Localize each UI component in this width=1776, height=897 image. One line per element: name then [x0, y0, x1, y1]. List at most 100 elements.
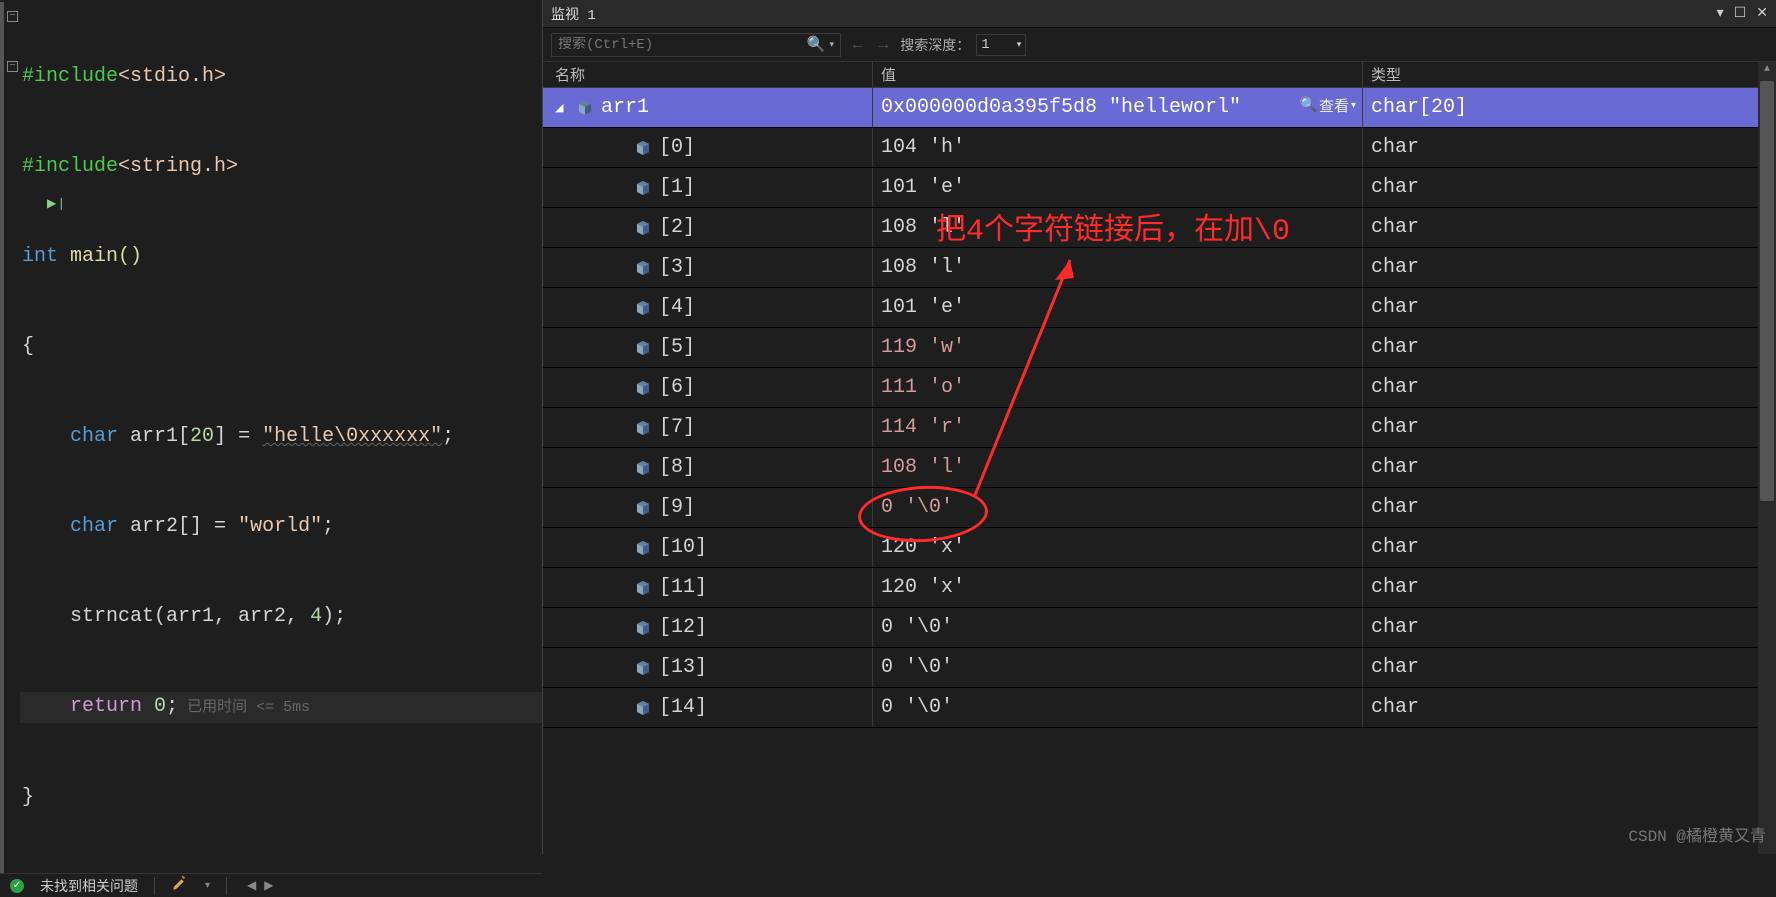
variable-value[interactable]: 119 'w': [873, 328, 1363, 367]
code-token: #include: [22, 155, 118, 178]
dropdown-caret-icon[interactable]: ▾: [205, 880, 210, 892]
variable-type: char: [1363, 248, 1776, 287]
variable-type: char: [1363, 568, 1776, 607]
watch-row-child[interactable]: [8]108 'l'char: [543, 448, 1776, 488]
editor-status-bar: ✓ 未找到相关问题 ▾ ◀▶: [0, 873, 542, 897]
search-caret-icon[interactable]: ▾: [829, 40, 834, 50]
variable-name: [3]: [659, 256, 695, 279]
code-lines[interactable]: #include<stdio.h> #include<string.h> int…: [20, 2, 542, 873]
variable-value[interactable]: 120 'x': [873, 568, 1363, 607]
window-menu-icon[interactable]: ▾: [1717, 5, 1724, 22]
chevron-down-icon: ▾: [1351, 100, 1356, 112]
perf-hint: 已用时间 <= 5ms: [178, 699, 310, 716]
editor-gutter: − −: [0, 2, 20, 873]
watch-row-child[interactable]: [6]111 'o'char: [543, 368, 1776, 408]
breakpoint-arrow-icon[interactable]: ▶❘: [47, 189, 66, 219]
watch-row-child[interactable]: [0]104 'h'char: [543, 128, 1776, 168]
watch-title-bar[interactable]: 监视 1 ▾ ☐ ✕: [543, 0, 1776, 28]
variable-cube-icon: [635, 180, 651, 196]
code-token: 4: [310, 605, 322, 628]
watch-row-child[interactable]: [12]0 '\0'char: [543, 608, 1776, 648]
window-close-icon[interactable]: ✕: [1756, 5, 1768, 22]
search-input[interactable]: [558, 37, 778, 53]
search-box[interactable]: 🔍 ▾: [551, 33, 841, 57]
code-token: strncat(arr1, arr2,: [70, 605, 310, 628]
variable-value[interactable]: 0 '\0': [873, 488, 1363, 527]
variable-name: arr1: [601, 96, 649, 119]
variable-cube-icon: [635, 260, 651, 276]
code-token: "helle\0xxxxxx": [262, 425, 442, 448]
watch-toolbar: 🔍 ▾ ← → 搜索深度： 1 ▾: [543, 28, 1776, 62]
variable-value[interactable]: 104 'h': [873, 128, 1363, 167]
header-name[interactable]: 名称: [543, 62, 873, 87]
variable-cube-icon: [635, 540, 651, 556]
window-maximize-icon[interactable]: ☐: [1734, 5, 1747, 22]
variable-name: [2]: [659, 216, 695, 239]
view-button[interactable]: 🔍查看 ▾: [1300, 95, 1356, 116]
code-token: 0: [154, 695, 166, 718]
variable-name: [5]: [659, 336, 695, 359]
code-token: "world": [238, 515, 322, 538]
watch-row-child[interactable]: [5] 119 'w'char: [543, 328, 1776, 368]
variable-name: [14]: [659, 696, 707, 719]
variable-cube-icon: [635, 380, 651, 396]
code-token: ] =: [214, 425, 262, 448]
variable-cube-icon: [635, 580, 651, 596]
variable-value[interactable]: 0 '\0': [873, 648, 1363, 687]
search-icon[interactable]: 🔍: [807, 35, 826, 54]
status-divider: [226, 877, 227, 895]
watch-row-child[interactable]: [10]120 'x'char: [543, 528, 1776, 568]
watch-row-child[interactable]: [9]0 '\0'char: [543, 488, 1776, 528]
status-text: 未找到相关问题: [40, 876, 138, 896]
variable-value[interactable]: 120 'x': [873, 528, 1363, 567]
variable-value[interactable]: 101 'e': [873, 168, 1363, 207]
header-type[interactable]: 类型: [1363, 62, 1776, 87]
variable-name: [10]: [659, 536, 707, 559]
scroll-up-icon[interactable]: ▲: [1764, 62, 1770, 77]
watch-row-child[interactable]: [1]101 'e'char: [543, 168, 1776, 208]
variable-name: [7]: [659, 416, 695, 439]
header-value[interactable]: 值: [873, 62, 1363, 87]
variable-value[interactable]: 108 'l': [873, 448, 1363, 487]
code-editor-pane: − − #include<stdio.h> #include<string.h>…: [0, 0, 542, 854]
code-token: char: [70, 425, 118, 448]
variable-value[interactable]: 101 'e': [873, 288, 1363, 327]
watch-header-row: 名称 值 类型: [543, 62, 1776, 88]
variable-value[interactable]: 0 '\0': [873, 608, 1363, 647]
watch-row-child[interactable]: [14] 0 '\0'char: [543, 688, 1776, 728]
search-next-icon[interactable]: →: [879, 36, 889, 54]
watch-row-child[interactable]: [7] 114 'r'char: [543, 408, 1776, 448]
code-token: arr2[] =: [118, 515, 238, 538]
code-token: 20: [190, 425, 214, 448]
variable-type: char: [1363, 328, 1776, 367]
watch-row-child[interactable]: [13]0 '\0'char: [543, 648, 1776, 688]
code-token: <stdio.h>: [118, 65, 226, 88]
code-token: );: [322, 605, 346, 628]
variable-value[interactable]: 0x000000d0a395f5d8 "helleworl"🔍查看 ▾: [873, 88, 1363, 127]
watch-row-root[interactable]: ◢ arr1 0x000000d0a395f5d8 "helleworl"🔍查看 ▾…: [543, 88, 1776, 128]
variable-name: [9]: [659, 496, 695, 519]
variable-type: char: [1363, 608, 1776, 647]
variable-type: char: [1363, 408, 1776, 447]
code-token: ;: [322, 515, 334, 538]
code-token: #include: [22, 65, 118, 88]
fold-icon[interactable]: −: [7, 61, 18, 72]
variable-type: char[20]: [1363, 88, 1776, 127]
brush-icon[interactable]: [171, 874, 189, 897]
watch-row-child[interactable]: [11]120 'x'char: [543, 568, 1776, 608]
fold-icon[interactable]: −: [7, 11, 18, 22]
variable-type: char: [1363, 688, 1776, 727]
watch-row-child[interactable]: [3] 108 'l'char: [543, 248, 1776, 288]
expander-icon[interactable]: ◢: [555, 101, 569, 115]
depth-select[interactable]: 1 ▾: [976, 34, 1026, 56]
vertical-scrollbar[interactable]: ▲: [1758, 62, 1776, 854]
variable-value[interactable]: 111 'o': [873, 368, 1363, 407]
variable-cube-icon: [635, 340, 651, 356]
search-prev-icon[interactable]: ←: [853, 36, 863, 54]
variable-value[interactable]: 0 '\0': [873, 688, 1363, 727]
scrollbar-thumb[interactable]: [1760, 81, 1774, 501]
variable-value[interactable]: 114 'r': [873, 408, 1363, 447]
nav-arrows[interactable]: ◀▶: [243, 878, 277, 894]
variable-value[interactable]: 108 'l': [873, 248, 1363, 287]
watch-row-child[interactable]: [4]101 'e'char: [543, 288, 1776, 328]
